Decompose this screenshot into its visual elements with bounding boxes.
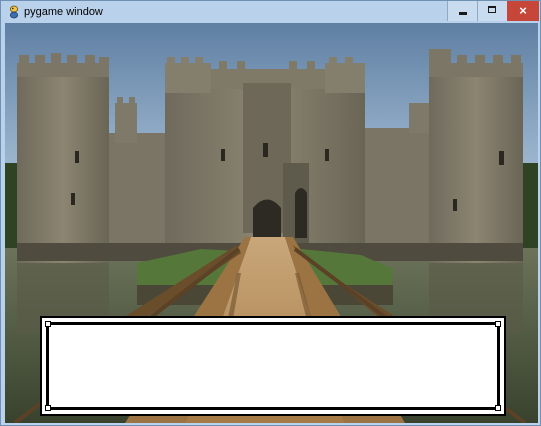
pygame-snake-icon xyxy=(10,5,18,19)
title-bar[interactable]: pygame window × xyxy=(1,1,540,23)
dialog-box xyxy=(40,316,506,416)
dialog-corner xyxy=(495,321,501,327)
minimize-button[interactable] xyxy=(447,1,477,21)
dialog-frame xyxy=(45,321,501,411)
dialog-corner xyxy=(495,405,501,411)
window-title: pygame window xyxy=(24,6,103,18)
dialog-corner xyxy=(45,321,51,327)
game-canvas[interactable] xyxy=(5,23,538,423)
minimize-icon xyxy=(459,12,467,15)
close-icon: × xyxy=(519,3,527,18)
maximize-icon xyxy=(488,6,496,13)
close-button[interactable]: × xyxy=(507,1,539,21)
pygame-window: pygame window × xyxy=(0,0,541,426)
maximize-button[interactable] xyxy=(477,1,507,21)
dialog-corner xyxy=(45,405,51,411)
